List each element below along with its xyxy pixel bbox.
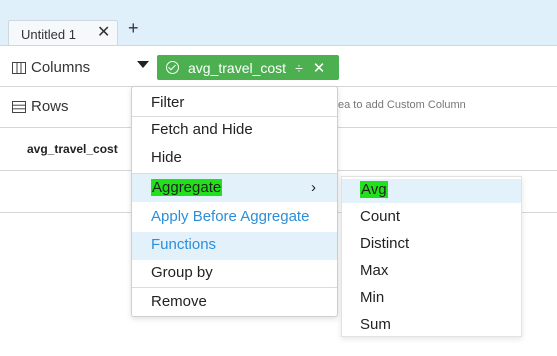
menu-item-remove[interactable]: Remove (132, 291, 337, 313)
menu-item-apply-before-aggregate[interactable]: Apply Before Aggregate (132, 206, 337, 228)
tab-untitled-1[interactable]: Untitled 1 ✕ (8, 20, 118, 45)
menu-separator (132, 287, 337, 288)
tab-label: Untitled 1 (21, 27, 76, 42)
table-column-header[interactable]: avg_travel_cost (27, 142, 118, 156)
sort-icon[interactable]: ÷ (295, 60, 303, 76)
columns-label: Columns (31, 59, 91, 76)
menu-item-label: Hide (151, 149, 182, 166)
menu-item-label: Group by (151, 264, 213, 281)
submenu-item-label: Count (360, 208, 401, 225)
aggregate-submenu: Avg Count Distinct Max Min Sum (341, 176, 522, 337)
pill-label: avg_travel_cost (188, 59, 287, 76)
submenu-item-label: Max (360, 262, 389, 279)
submenu-item-label: Sum (360, 316, 391, 333)
menu-item-label: Fetch and Hide (151, 121, 253, 138)
menu-item-label: Functions (151, 236, 217, 253)
submenu-item-count[interactable]: Count (342, 206, 521, 228)
custom-column-hint: ea to add Custom Column (338, 99, 466, 111)
menu-item-fetch-and-hide[interactable]: Fetch and Hide (132, 119, 337, 141)
submenu-item-distinct[interactable]: Distinct (342, 233, 521, 255)
submenu-item-label: Distinct (360, 235, 410, 252)
submenu-item-min[interactable]: Min (342, 287, 521, 309)
column-context-menu: Filter Fetch and Hide Hide Aggregate › A… (131, 86, 338, 317)
chevron-right-icon: › (311, 179, 316, 196)
submenu-item-label: Avg (360, 181, 388, 198)
submenu-item-sum[interactable]: Sum (342, 314, 521, 336)
tab-bar: Untitled 1 ✕ + (0, 0, 557, 45)
menu-separator (132, 116, 337, 117)
columns-icon (12, 61, 26, 74)
menu-item-functions[interactable]: Functions (132, 232, 337, 260)
submenu-item-label: Min (360, 289, 385, 306)
columns-shelf-label: Columns (12, 59, 90, 76)
rows-icon (12, 100, 26, 113)
add-tab-button[interactable]: + (128, 18, 139, 38)
menu-item-filter[interactable]: Filter (132, 92, 337, 114)
close-icon[interactable]: ✕ (313, 59, 326, 77)
menu-item-group-by[interactable]: Group by (132, 262, 337, 284)
menu-item-hide[interactable]: Hide (132, 147, 337, 169)
menu-item-label: Remove (151, 293, 207, 310)
close-icon[interactable]: ✕ (97, 24, 110, 42)
rows-shelf-label: Rows (12, 98, 69, 115)
caret-down-icon[interactable] (137, 61, 149, 68)
menu-item-label: Filter (151, 94, 185, 111)
submenu-item-max[interactable]: Max (342, 260, 521, 282)
menu-item-label: Aggregate (151, 179, 223, 196)
menu-item-label: Apply Before Aggregate (151, 208, 310, 225)
submenu-item-avg[interactable]: Avg (342, 179, 521, 203)
check-circle-icon (166, 61, 179, 74)
menu-item-aggregate[interactable]: Aggregate › (132, 174, 337, 202)
rows-label: Rows (31, 98, 69, 115)
column-pill-avg-travel-cost[interactable]: avg_travel_cost ÷ ✕ (157, 55, 339, 80)
divider (0, 45, 557, 46)
